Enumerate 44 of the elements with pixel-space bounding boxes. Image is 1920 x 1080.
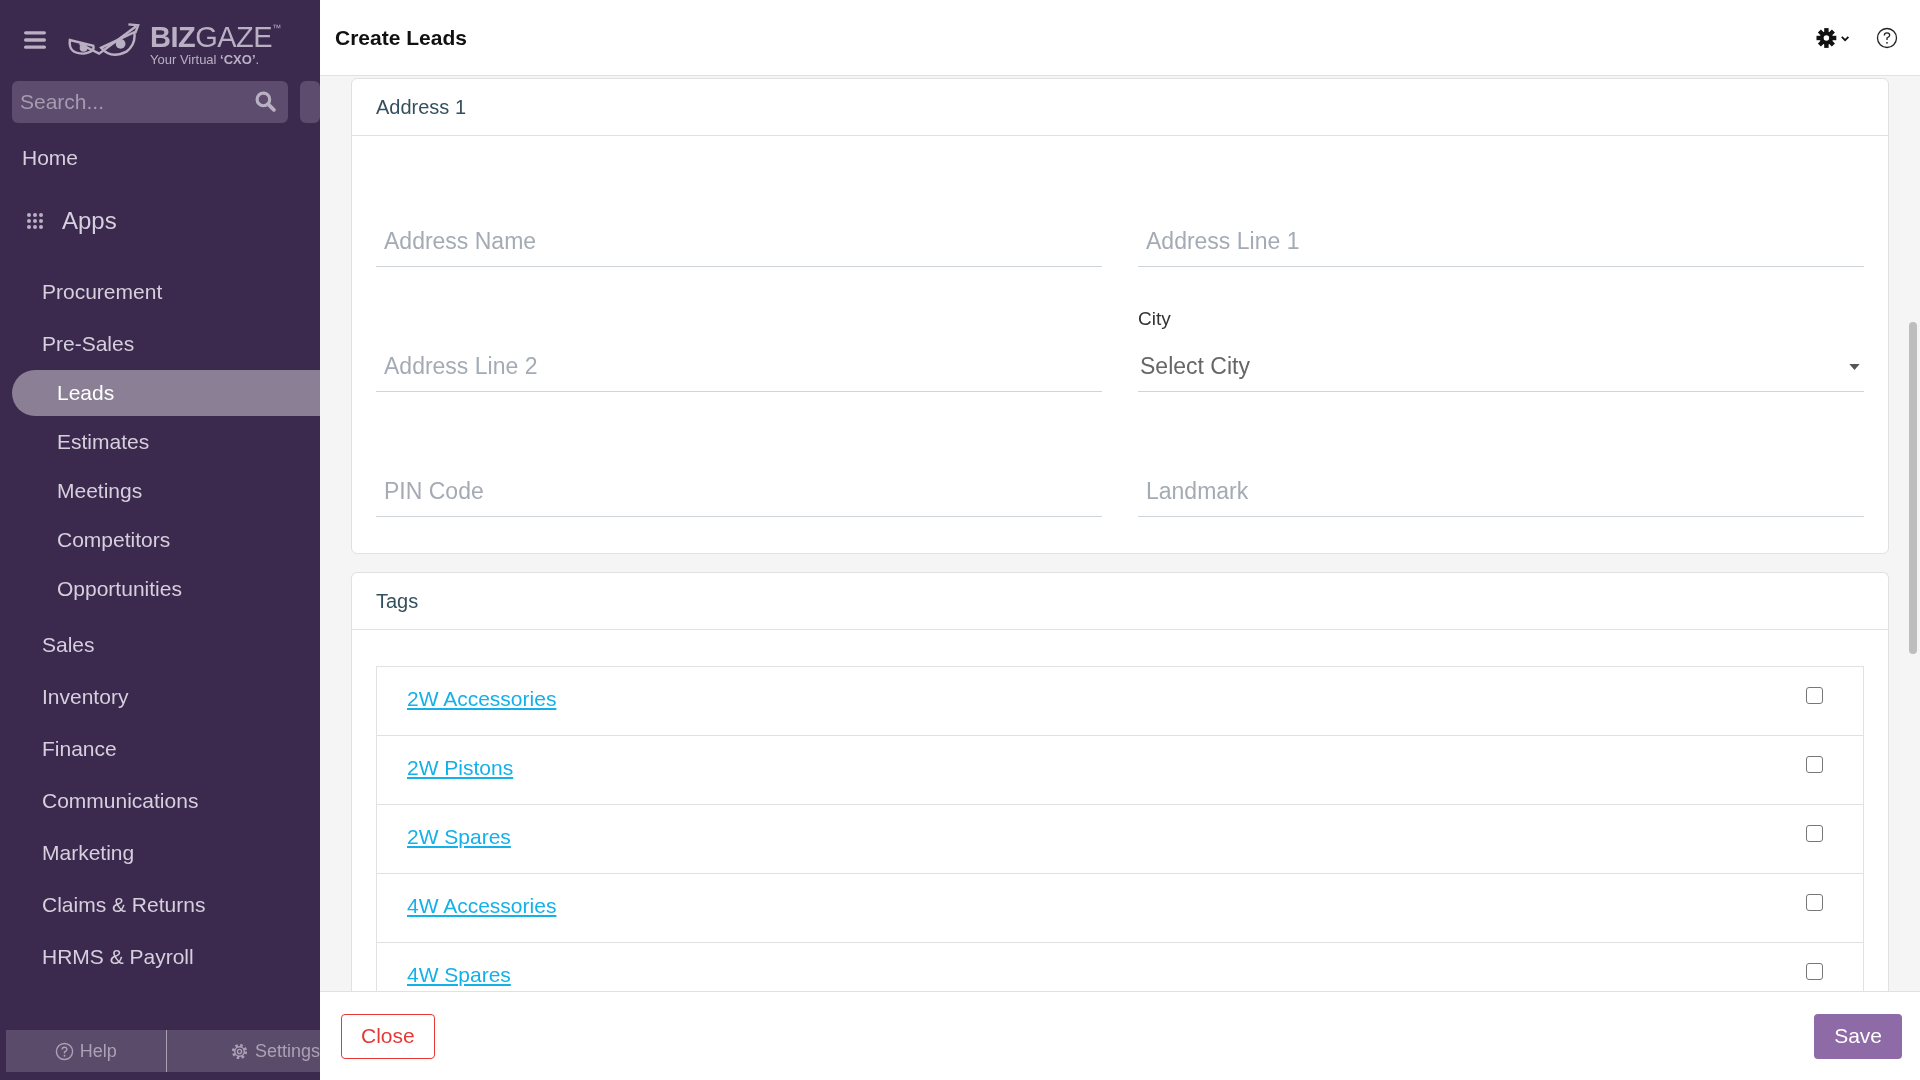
nav-item[interactable]: Procurement xyxy=(0,266,320,318)
apps-heading: Apps xyxy=(62,207,117,235)
save-button[interactable]: Save xyxy=(1814,1013,1902,1059)
nav-item[interactable]: Marketing xyxy=(0,827,320,879)
grid-icon xyxy=(26,212,44,230)
help-icon xyxy=(54,1041,74,1061)
page-title: Create Leads xyxy=(335,25,467,50)
card-title: Tags xyxy=(376,589,419,613)
nav-item[interactable]: Sales xyxy=(0,619,320,671)
nav-item[interactable]: Pre-Sales xyxy=(0,318,320,370)
nav-subitem[interactable]: Competitors xyxy=(12,517,320,563)
input-field[interactable]: Address Name xyxy=(376,217,1102,267)
input-field[interactable]: Address Line 2 xyxy=(376,342,1102,392)
caret-icon xyxy=(1849,363,1860,370)
logo-wordmark: BIZGAZE$^{™}$ xyxy=(150,19,281,52)
checkbox[interactable] xyxy=(1806,962,1823,980)
nav-subitem[interactable]: Meetings xyxy=(12,468,320,514)
settings-icon xyxy=(229,1041,249,1061)
scrollbar-thumb[interactable] xyxy=(1909,322,1917,654)
input-field[interactable]: PIN Code xyxy=(376,467,1102,517)
home-link[interactable]: Home xyxy=(0,128,101,182)
field-label: City xyxy=(1138,308,1172,330)
nav-subitem[interactable]: Leads xyxy=(12,370,320,416)
nav-subitem[interactable]: Estimates xyxy=(12,419,320,465)
help-icon[interactable] xyxy=(1876,26,1898,49)
checkbox[interactable] xyxy=(1806,686,1823,704)
nav-item[interactable]: Inventory xyxy=(0,671,320,723)
input-field[interactable]: Landmark xyxy=(1138,467,1864,517)
input-field[interactable]: Address Line 1 xyxy=(1138,217,1864,267)
nav-item[interactable]: HRMS & Payroll xyxy=(0,931,320,983)
close-button[interactable]: Close xyxy=(341,1013,435,1059)
checkbox[interactable] xyxy=(1806,824,1823,842)
nav-item[interactable]: Communications xyxy=(0,775,320,827)
nav-subitem[interactable]: Opportunities xyxy=(12,566,320,612)
search-field[interactable]: Search... xyxy=(12,81,289,123)
menu-icon[interactable] xyxy=(24,31,46,49)
logo-tagline: Your Virtual ‘CXO’. xyxy=(150,51,261,68)
city-select[interactable]: Select City xyxy=(1138,342,1864,392)
checkbox[interactable] xyxy=(1806,893,1823,911)
nav-item[interactable]: Claims & Returns xyxy=(0,879,320,931)
search-icon[interactable] xyxy=(255,91,277,112)
nav-item[interactable]: Finance xyxy=(0,723,320,775)
card-title: Address 1 xyxy=(376,95,467,119)
checkbox[interactable] xyxy=(1806,755,1823,773)
